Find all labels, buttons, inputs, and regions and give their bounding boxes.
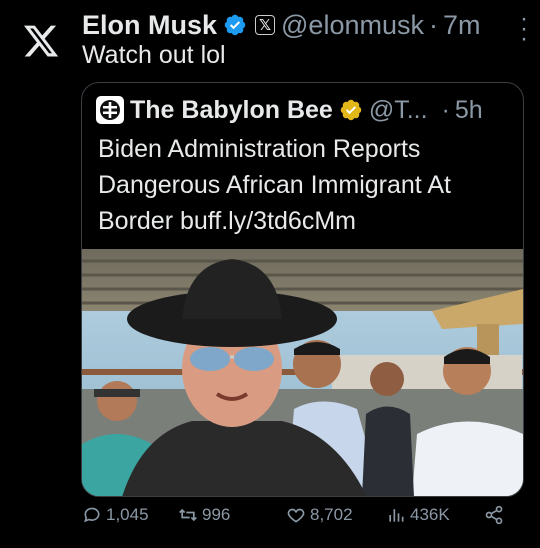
repost-icon <box>179 508 197 522</box>
quoted-separator-dot: · <box>441 95 450 124</box>
author-name[interactable]: Elon Musk <box>82 10 217 41</box>
like-count: 8,702 <box>310 505 353 524</box>
repost-count: 996 <box>202 505 231 524</box>
babylon-bee-avatar[interactable] <box>96 96 124 124</box>
views-icon <box>389 509 404 522</box>
photo-illustration <box>82 249 523 496</box>
quoted-author-handle[interactable]: @T... <box>369 96 428 125</box>
x-logo-icon[interactable] <box>22 22 60 60</box>
author-handle[interactable]: @elonmusk <box>281 10 424 41</box>
action-bar: 1,045 996 8,702 436K <box>82 505 520 539</box>
views-count: 436K <box>410 505 450 524</box>
views-button[interactable]: 436K <box>386 505 450 525</box>
share-button[interactable] <box>484 505 508 525</box>
repost-button[interactable]: 996 <box>178 505 230 525</box>
reply-count: 1,045 <box>106 505 149 524</box>
tweet-text: Watch out lol <box>82 41 226 69</box>
more-icon[interactable]: · · · <box>520 7 528 51</box>
heart-icon <box>287 508 305 523</box>
quoted-author-name[interactable]: The Babylon Bee <box>130 96 333 125</box>
quoted-tweet[interactable]: The Babylon Bee @T... · 5h Biden Adminis… <box>81 82 524 497</box>
separator-dot: · <box>428 9 438 40</box>
tweet-header: Elon Musk 𝕏 @elonmusk · 7m <box>82 6 520 44</box>
reply-button[interactable]: 1,045 <box>82 505 149 525</box>
quoted-header: The Babylon Bee @T... · 5h <box>96 93 509 127</box>
gold-verified-icon <box>340 99 362 121</box>
quoted-time[interactable]: 5h <box>455 96 483 125</box>
reply-icon <box>84 507 100 523</box>
tweet-time[interactable]: 7m <box>443 10 481 41</box>
share-icon <box>485 505 503 525</box>
like-button[interactable]: 8,702 <box>286 505 353 525</box>
quoted-text: Biden Administration Reports Dangerous A… <box>98 135 451 235</box>
blue-verified-icon <box>224 14 246 36</box>
x-affiliate-badge-icon: 𝕏 <box>255 15 276 35</box>
bee-logo-icon <box>100 100 120 120</box>
quoted-photo[interactable] <box>82 249 523 496</box>
